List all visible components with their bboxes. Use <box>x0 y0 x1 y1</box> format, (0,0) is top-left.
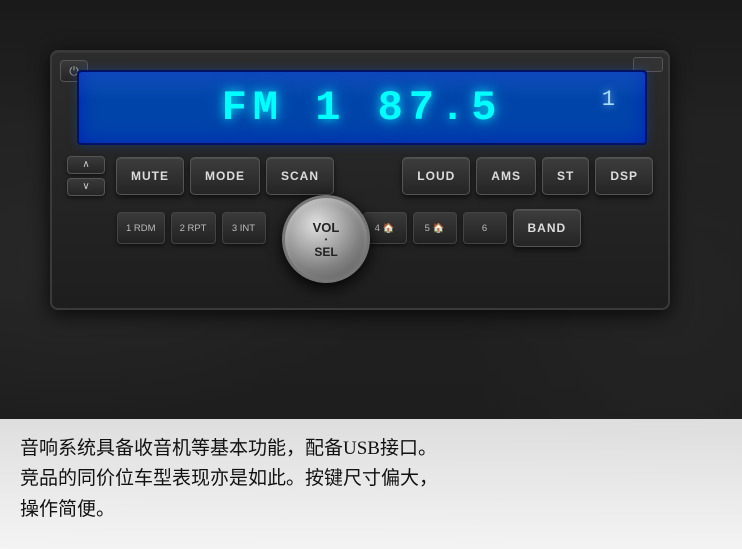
ams-button[interactable]: AMS <box>476 157 536 195</box>
preset5-button[interactable]: 5 🏠 <box>413 212 457 244</box>
preset6-button[interactable]: 6 <box>463 212 507 244</box>
radio-unit: ⏻ FM 1 87.5 1 ∧ ∨ <box>50 50 670 310</box>
band-label: BAND <box>528 221 567 235</box>
arrow-down-button[interactable]: ∨ <box>67 178 105 196</box>
caption-line1: 音响系统具备收音机等基本功能，配备USB接口。 <box>20 434 722 464</box>
scan-button[interactable]: SCAN <box>266 157 334 195</box>
ams-label: AMS <box>491 169 521 183</box>
vol-dot: • <box>325 236 328 244</box>
preset1-label: 1 RDM <box>126 223 156 234</box>
loud-label: LOUD <box>417 169 455 183</box>
preset2-label: 2 RPT <box>180 223 207 234</box>
scan-label: SCAN <box>281 169 319 183</box>
caption-line2: 竞品的同价位车型表现亦是如此。按键尺寸偏大， <box>20 464 722 494</box>
loud-button[interactable]: LOUD <box>402 157 470 195</box>
dsp-label: DSP <box>610 169 638 183</box>
arrow-down-icon: ∨ <box>82 181 89 192</box>
display-screen: FM 1 87.5 1 <box>77 70 647 145</box>
st-button[interactable]: ST <box>542 157 589 195</box>
st-label: ST <box>557 169 574 183</box>
photo-container: ⏻ FM 1 87.5 1 ∧ ∨ <box>0 0 742 549</box>
band-button[interactable]: BAND <box>513 209 582 247</box>
preset1-button[interactable]: 1 RDM <box>117 212 165 244</box>
mode-label: MODE <box>205 169 245 183</box>
preset6-label: 6 <box>482 223 487 234</box>
preset2-button[interactable]: 2 RPT <box>171 212 216 244</box>
preset3-button[interactable]: 3 INT <box>222 212 266 244</box>
mute-label: MUTE <box>131 169 169 183</box>
sel-label: SEL <box>314 246 337 258</box>
caption-area: 音响系统具备收音机等基本功能，配备USB接口。 竞品的同价位车型表现亦是如此。按… <box>0 419 742 549</box>
preset3-label: 3 INT <box>232 223 255 234</box>
display-indicator: 1 <box>602 87 615 112</box>
dsp-button[interactable]: DSP <box>595 157 653 195</box>
arrow-up-button[interactable]: ∧ <box>67 156 105 174</box>
preset4-label: 4 🏠 <box>375 223 395 234</box>
caption-line3: 操作简便。 <box>20 495 722 525</box>
vol-sel-knob[interactable]: VOL • SEL <box>282 195 370 283</box>
preset5-label: 5 🏠 <box>425 223 445 234</box>
mute-button[interactable]: MUTE <box>116 157 184 195</box>
arrow-up-icon: ∧ <box>82 159 89 170</box>
caption-text: 音响系统具备收音机等基本功能，配备USB接口。 竞品的同价位车型表现亦是如此。按… <box>20 434 722 525</box>
mode-button[interactable]: MODE <box>190 157 260 195</box>
top-button-row: ∧ ∨ MUTE MODE SCAN LOU <box>67 148 653 203</box>
vol-label: VOL <box>313 221 340 234</box>
display-frequency: FM 1 87.5 <box>222 84 503 132</box>
nav-arrows: ∧ ∨ <box>67 156 105 196</box>
